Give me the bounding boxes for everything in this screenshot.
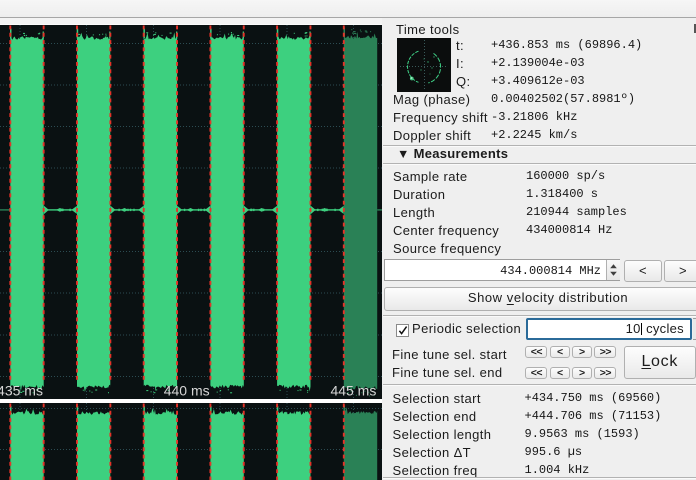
svg-text:445 ms: 445 ms: [330, 383, 376, 399]
svg-text:440 ms: 440 ms: [164, 383, 210, 399]
svg-text:435 ms: 435 ms: [0, 383, 43, 399]
